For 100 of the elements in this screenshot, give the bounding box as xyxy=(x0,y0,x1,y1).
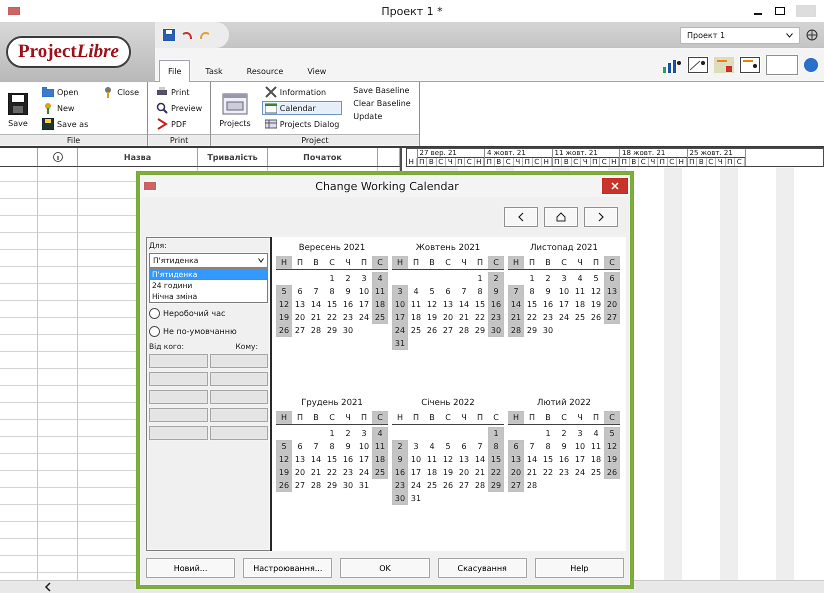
calendar-day[interactable]: 28 xyxy=(508,324,524,337)
calendar-day[interactable]: 14 xyxy=(508,298,524,311)
calendar-day[interactable]: 2 xyxy=(556,427,572,440)
calendar-day[interactable]: 13 xyxy=(292,453,308,466)
calendar-day[interactable]: 27 xyxy=(456,479,472,492)
calendar-day[interactable]: 23 xyxy=(540,311,556,324)
undo-icon[interactable] xyxy=(181,29,193,41)
calendar-day[interactable]: 8 xyxy=(324,440,340,453)
calendar-day[interactable]: 9 xyxy=(556,440,572,453)
calendar-day[interactable]: 16 xyxy=(340,298,356,311)
column-header[interactable]: Тривалість xyxy=(198,148,268,166)
floppy-icon[interactable] xyxy=(163,29,175,41)
calendar-day[interactable]: 21 xyxy=(472,466,488,479)
ribbon-button[interactable]: Save Baseline xyxy=(350,85,414,96)
calendar-day[interactable]: 12 xyxy=(424,298,440,311)
ribbon-button[interactable]: Clear Baseline xyxy=(350,98,414,109)
calendar-day[interactable]: 16 xyxy=(556,453,572,466)
calendar-day[interactable]: 2 xyxy=(488,272,504,285)
calendar-day[interactable]: 18 xyxy=(372,453,388,466)
calendar-day[interactable]: 22 xyxy=(324,466,340,479)
calendar-day[interactable]: 10 xyxy=(356,285,372,298)
time-field[interactable] xyxy=(210,408,268,422)
calendar-day[interactable]: 30 xyxy=(488,324,504,337)
calendar-day[interactable]: 27 xyxy=(292,324,308,337)
calendar-day[interactable]: 28 xyxy=(456,324,472,337)
calendar-day[interactable]: 18 xyxy=(424,466,440,479)
calendar-day[interactable]: 28 xyxy=(472,479,488,492)
ribbon-button[interactable]: New xyxy=(39,101,92,115)
calendar-day[interactable]: 16 xyxy=(540,298,556,311)
calendar-day[interactable]: 17 xyxy=(356,298,372,311)
calendar-day[interactable]: 19 xyxy=(276,466,292,479)
calendar-day[interactable]: 24 xyxy=(392,324,408,337)
calendar-day[interactable]: 6 xyxy=(508,440,524,453)
calendar-day[interactable]: 29 xyxy=(324,479,340,492)
calendar-day[interactable]: 17 xyxy=(392,311,408,324)
calendar-day[interactable]: 20 xyxy=(292,466,308,479)
calendar-day[interactable]: 18 xyxy=(372,298,388,311)
calendar-day[interactable]: 16 xyxy=(488,298,504,311)
time-field[interactable] xyxy=(149,354,208,368)
calendar-day[interactable]: 8 xyxy=(488,440,504,453)
calendar-day[interactable]: 18 xyxy=(588,453,604,466)
ribbon-button[interactable]: PDF xyxy=(153,117,206,131)
calendar-day[interactable]: 15 xyxy=(324,453,340,466)
calendar-day[interactable]: 22 xyxy=(324,311,340,324)
ribbon-button[interactable]: Print xyxy=(153,85,206,99)
calendar-day[interactable]: 24 xyxy=(556,311,572,324)
time-field[interactable] xyxy=(210,354,268,368)
ribbon-button[interactable]: Projects xyxy=(216,85,254,131)
ribbon-button[interactable]: Save xyxy=(5,85,31,131)
calendar-day[interactable]: 9 xyxy=(340,285,356,298)
calendar-day[interactable]: 7 xyxy=(472,440,488,453)
calendar-day[interactable]: 10 xyxy=(408,453,424,466)
calendar-day[interactable]: 13 xyxy=(440,298,456,311)
calendar-day[interactable]: 29 xyxy=(524,324,540,337)
calendar-day[interactable]: 8 xyxy=(540,440,556,453)
calendar-day[interactable]: 27 xyxy=(604,311,620,324)
calendar-day[interactable]: 18 xyxy=(572,298,588,311)
calendar-day[interactable]: 22 xyxy=(488,466,504,479)
calendar-day[interactable]: 21 xyxy=(308,466,324,479)
calendar-day[interactable]: 13 xyxy=(604,285,620,298)
next-button[interactable] xyxy=(584,207,618,227)
calendar-day[interactable]: 30 xyxy=(340,324,356,337)
calendar-day[interactable]: 11 xyxy=(408,298,424,311)
calendar-day[interactable]: 9 xyxy=(392,453,408,466)
calendar-day[interactable]: 11 xyxy=(588,440,604,453)
calendar-day[interactable]: 20 xyxy=(292,311,308,324)
calendar-day[interactable]: 2 xyxy=(340,272,356,285)
calendar-day[interactable]: 4 xyxy=(424,440,440,453)
calendar-day[interactable]: 6 xyxy=(292,285,308,298)
time-field[interactable] xyxy=(149,390,208,404)
calendar-day[interactable]: 17 xyxy=(356,453,372,466)
calendar-day[interactable]: 30 xyxy=(392,492,408,505)
ribbon-button[interactable]: Update xyxy=(350,111,414,122)
calendar-day[interactable]: 27 xyxy=(292,479,308,492)
calendar-day[interactable]: 4 xyxy=(372,272,388,285)
calendar-day[interactable]: 9 xyxy=(488,285,504,298)
calendar-day[interactable]: 6 xyxy=(456,440,472,453)
calendar-day[interactable]: 1 xyxy=(324,272,340,285)
calendar-day[interactable]: 11 xyxy=(572,285,588,298)
calendar-day[interactable]: 20 xyxy=(508,466,524,479)
calendar-day[interactable]: 21 xyxy=(508,311,524,324)
calendar-day[interactable]: 23 xyxy=(340,466,356,479)
calendar-day[interactable]: 5 xyxy=(424,285,440,298)
calendar-day[interactable]: 10 xyxy=(392,298,408,311)
calendar-day[interactable]: 15 xyxy=(524,298,540,311)
calendar-day[interactable]: 3 xyxy=(356,427,372,440)
calendar-day[interactable]: 27 xyxy=(508,479,524,492)
calendar-day[interactable]: 14 xyxy=(524,453,540,466)
calendar-day[interactable]: 31 xyxy=(408,492,424,505)
calendar-day[interactable]: 23 xyxy=(488,311,504,324)
calendar-day[interactable]: 13 xyxy=(292,298,308,311)
calendar-day[interactable]: 8 xyxy=(472,285,488,298)
calendar-day[interactable]: 29 xyxy=(488,479,504,492)
calendar-day[interactable]: 6 xyxy=(292,440,308,453)
calendar-day[interactable]: 1 xyxy=(524,272,540,285)
blank-field[interactable] xyxy=(766,54,798,74)
calendar-day[interactable]: 19 xyxy=(588,298,604,311)
ribbon-button[interactable]: Calendar xyxy=(262,101,342,115)
calendar-day[interactable]: 3 xyxy=(408,440,424,453)
calendar-day[interactable]: 7 xyxy=(524,440,540,453)
